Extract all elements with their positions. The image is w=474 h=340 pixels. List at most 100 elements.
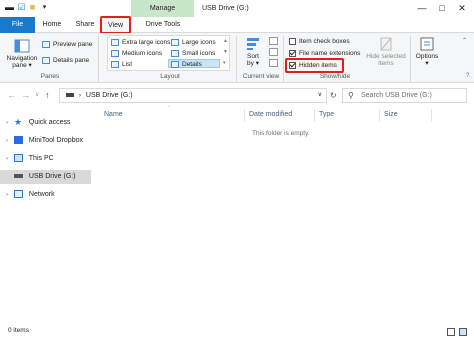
item-count: 0 items	[8, 327, 29, 334]
file-name-extensions-checkbox[interactable]	[289, 49, 296, 57]
minimize-button[interactable]: —	[413, 0, 431, 17]
hide-selected-label-2: items	[378, 60, 394, 67]
sort-by-label-2: by	[247, 60, 254, 67]
small-icons-icon	[171, 49, 179, 57]
back-button[interactable]: ←	[7, 90, 16, 100]
tab-share[interactable]: Share	[70, 17, 100, 33]
preview-pane-button[interactable]: Preview pane	[42, 40, 92, 49]
column-header-name[interactable]: Name	[104, 111, 123, 118]
new-folder-icon[interactable]: ■	[28, 3, 37, 12]
file-list[interactable]: ˆ Name Date modified Type Size This fold…	[96, 106, 474, 323]
column-header-date-modified[interactable]: Date modified	[249, 111, 292, 118]
manage-tab[interactable]: Manage	[131, 0, 194, 17]
nav-item-quick-access[interactable]: › ★ Quick access	[0, 116, 91, 130]
address-bar-row: ← → ∨ ↑ › USB Drive (G:) ∨ ↻ ⚲ Search US…	[0, 84, 474, 106]
forward-button[interactable]: →	[21, 90, 30, 100]
item-check-boxes-toggle[interactable]: Item check boxes	[289, 37, 350, 46]
search-input[interactable]: ⚲ Search USB Drive (G:)	[342, 88, 467, 103]
up-button[interactable]: ↑	[45, 90, 50, 100]
view-tab-highlight	[100, 16, 131, 34]
properties-icon[interactable]: ☑	[17, 3, 26, 12]
list-label: List	[122, 61, 133, 68]
network-icon	[13, 190, 23, 199]
details-view-icon[interactable]	[447, 328, 455, 336]
expand-chevron-icon[interactable]: ›	[3, 188, 11, 202]
status-bar: 0 items	[0, 324, 474, 340]
maximize-button[interactable]: □	[433, 0, 451, 17]
item-check-boxes-checkbox[interactable]	[289, 37, 296, 45]
tab-file[interactable]: File	[0, 17, 35, 33]
navigation-pane-button[interactable]: Navigation pane ▾	[4, 39, 40, 69]
quick-access-dropdown-icon[interactable]: ▾	[40, 3, 49, 12]
layout-gallery: Extra large icons Large icons Medium ico…	[107, 35, 230, 71]
expand-chevron-icon[interactable]: ›	[3, 134, 11, 148]
collapse-ribbon-icon[interactable]: ⌃	[462, 37, 467, 44]
expand-chevron-icon[interactable]: ›	[3, 152, 11, 166]
navigation-pane: › ★ Quick access › MiniTool Dropbox › Th…	[0, 108, 92, 323]
item-check-boxes-label: Item check boxes	[299, 38, 350, 45]
list-option[interactable]: List	[111, 60, 132, 69]
layout-scroll-down-icon[interactable]: ▼	[223, 49, 228, 55]
nav-item-this-pc[interactable]: › This PC	[0, 152, 91, 166]
add-columns-icon[interactable]	[269, 48, 278, 56]
recent-locations-button[interactable]: ∨	[35, 90, 39, 100]
tab-home[interactable]: Home	[37, 17, 67, 33]
sort-by-label: Sort	[247, 53, 259, 60]
nav-item-label: Network	[28, 191, 55, 198]
details-icon	[171, 60, 179, 68]
nav-item-label: USB Drive (G:)	[28, 173, 76, 180]
options-button[interactable]: Options ▾	[413, 37, 441, 67]
column-divider[interactable]	[431, 109, 432, 122]
size-columns-icon[interactable]	[269, 59, 278, 67]
column-header-size[interactable]: Size	[384, 111, 398, 118]
expand-chevron-icon[interactable]: ›	[3, 116, 11, 130]
ribbon-separator	[410, 36, 411, 82]
large-icons-view-icon[interactable]	[459, 328, 467, 336]
breadcrumb-path[interactable]: USB Drive (G:)	[86, 92, 133, 99]
column-divider[interactable]	[379, 109, 380, 122]
details-option[interactable]: Details	[168, 59, 220, 68]
column-divider[interactable]	[244, 109, 245, 122]
star-icon: ★	[13, 117, 23, 128]
breadcrumb-arrow-icon[interactable]: ›	[79, 93, 81, 99]
options-arrow-icon: ▾	[425, 60, 429, 67]
sort-by-button[interactable]: Sort by ▾	[240, 37, 266, 67]
small-icons-option[interactable]: Small icons	[171, 49, 215, 58]
medium-icons-option[interactable]: Medium icons	[111, 49, 162, 58]
close-button[interactable]: ✕	[453, 0, 471, 17]
usb-drive-icon	[13, 174, 23, 179]
address-input[interactable]: › USB Drive (G:) ∨	[59, 88, 327, 103]
ribbon-separator	[283, 36, 284, 82]
dropbox-icon	[13, 136, 23, 145]
details-pane-button[interactable]: Details pane	[42, 56, 89, 65]
refresh-button[interactable]: ↻	[330, 91, 337, 101]
empty-folder-message: This folder is empty.	[252, 130, 310, 137]
help-icon[interactable]: ?	[466, 73, 469, 79]
preview-pane-icon	[42, 40, 50, 48]
computer-icon	[13, 154, 23, 163]
nav-item-label: Quick access	[28, 119, 71, 126]
extra-large-icons-option[interactable]: Extra large icons	[111, 38, 170, 47]
window-title: USB Drive (G:)	[202, 5, 249, 12]
layout-expand-icon[interactable]: ▾	[223, 60, 226, 66]
file-name-extensions-toggle[interactable]: File name extensions	[289, 49, 360, 58]
group-by-icon[interactable]	[269, 37, 278, 45]
panes-group-label: Panes	[40, 73, 60, 80]
layout-scroll-up-icon[interactable]: ▲	[223, 38, 228, 44]
details-pane-icon	[42, 56, 50, 64]
ribbon-separator	[98, 36, 99, 82]
sort-by-arrow-icon: ▾	[255, 60, 259, 67]
nav-item-label: MiniTool Dropbox	[28, 137, 83, 144]
column-divider[interactable]	[314, 109, 315, 122]
address-dropdown-icon[interactable]: ∨	[318, 89, 322, 102]
navigation-pane-arrow-icon: ▾	[28, 62, 32, 69]
column-header-type[interactable]: Type	[319, 111, 334, 118]
app-menu-icon[interactable]: ▬	[5, 3, 14, 12]
hide-selected-items-button[interactable]: Hide selected items	[362, 37, 410, 67]
current-view-group-label: Current view	[242, 73, 280, 80]
tab-drive-tools[interactable]: Drive Tools	[134, 17, 192, 33]
nav-item-minitool-dropbox[interactable]: › MiniTool Dropbox	[0, 134, 91, 148]
nav-item-usb-drive[interactable]: USB Drive (G:)	[0, 170, 91, 184]
large-icons-option[interactable]: Large icons	[171, 38, 216, 47]
nav-item-network[interactable]: › Network	[0, 188, 91, 202]
